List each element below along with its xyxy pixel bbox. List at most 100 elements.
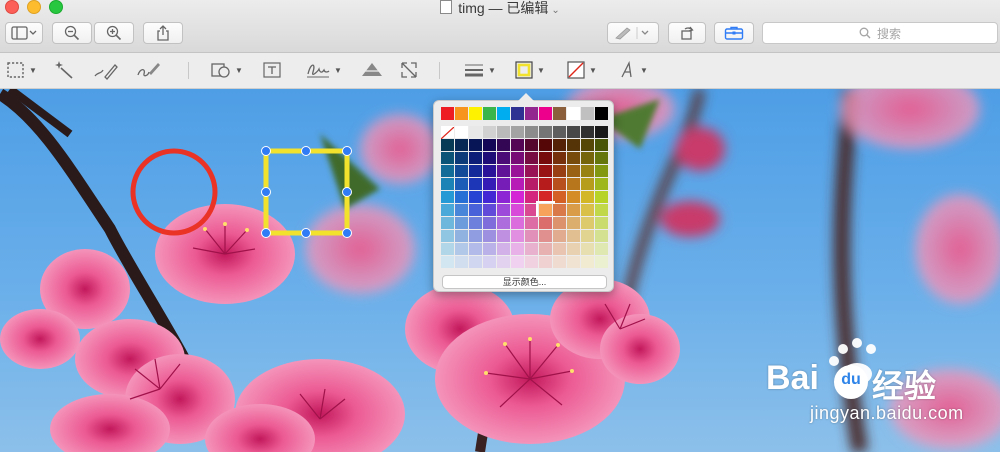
color-cell[interactable] bbox=[525, 204, 538, 216]
color-cell[interactable] bbox=[581, 152, 594, 164]
color-cell[interactable] bbox=[581, 243, 594, 255]
color-cell[interactable] bbox=[497, 217, 510, 229]
color-cell[interactable] bbox=[455, 230, 468, 242]
color-cell[interactable] bbox=[553, 230, 566, 242]
color-cell[interactable] bbox=[511, 204, 524, 216]
color-cell[interactable] bbox=[525, 230, 538, 242]
color-swatch[interactable] bbox=[469, 107, 482, 120]
color-cell[interactable] bbox=[567, 152, 580, 164]
color-cell[interactable] bbox=[539, 256, 552, 268]
color-cell[interactable] bbox=[539, 217, 552, 229]
color-cell[interactable] bbox=[539, 165, 552, 177]
color-cell[interactable] bbox=[455, 126, 468, 138]
color-cell[interactable] bbox=[553, 139, 566, 151]
color-cell[interactable] bbox=[567, 139, 580, 151]
color-cell[interactable] bbox=[525, 256, 538, 268]
color-cell[interactable] bbox=[511, 243, 524, 255]
color-cell[interactable] bbox=[441, 178, 454, 190]
color-swatch[interactable] bbox=[581, 107, 594, 120]
color-cell[interactable] bbox=[511, 126, 524, 138]
color-swatch[interactable] bbox=[441, 107, 454, 120]
color-swatch[interactable] bbox=[483, 107, 496, 120]
color-cell[interactable] bbox=[581, 204, 594, 216]
color-cell[interactable] bbox=[525, 165, 538, 177]
color-cell[interactable] bbox=[441, 191, 454, 203]
color-cell[interactable] bbox=[581, 191, 594, 203]
color-cell[interactable] bbox=[497, 165, 510, 177]
color-cell[interactable] bbox=[595, 152, 608, 164]
color-cell[interactable] bbox=[511, 139, 524, 151]
color-cell[interactable] bbox=[581, 139, 594, 151]
color-cell[interactable] bbox=[525, 178, 538, 190]
color-cell[interactable] bbox=[525, 191, 538, 203]
color-cell[interactable] bbox=[469, 204, 482, 216]
zoom-out-button[interactable] bbox=[52, 22, 92, 44]
color-cell[interactable] bbox=[469, 139, 482, 151]
color-cell[interactable] bbox=[567, 165, 580, 177]
color-cell[interactable] bbox=[525, 126, 538, 138]
adjust-size-tool[interactable] bbox=[399, 59, 419, 81]
search-field[interactable]: 搜索 bbox=[762, 22, 998, 44]
color-cell[interactable] bbox=[483, 256, 496, 268]
color-cell[interactable] bbox=[483, 178, 496, 190]
color-cell[interactable] bbox=[497, 256, 510, 268]
color-cell[interactable] bbox=[581, 126, 594, 138]
color-cell[interactable] bbox=[483, 152, 496, 164]
color-cell[interactable] bbox=[455, 256, 468, 268]
color-cell[interactable] bbox=[553, 243, 566, 255]
color-cell[interactable] bbox=[553, 217, 566, 229]
color-cell[interactable] bbox=[539, 152, 552, 164]
color-cell[interactable] bbox=[469, 256, 482, 268]
color-swatch[interactable] bbox=[595, 107, 608, 120]
color-cell[interactable] bbox=[483, 165, 496, 177]
color-swatch[interactable] bbox=[525, 107, 538, 120]
show-colors-button[interactable]: 显示颜色... bbox=[442, 275, 607, 289]
color-cell[interactable] bbox=[497, 243, 510, 255]
color-cell[interactable] bbox=[441, 152, 454, 164]
color-cell[interactable] bbox=[497, 178, 510, 190]
color-cell[interactable] bbox=[595, 165, 608, 177]
color-cell[interactable] bbox=[483, 217, 496, 229]
color-swatch[interactable] bbox=[553, 107, 566, 120]
color-cell[interactable] bbox=[469, 243, 482, 255]
color-cell[interactable] bbox=[511, 178, 524, 190]
color-swatch[interactable] bbox=[539, 107, 552, 120]
color-swatch[interactable] bbox=[497, 107, 510, 120]
color-cell[interactable] bbox=[469, 126, 482, 138]
color-cell[interactable] bbox=[595, 126, 608, 138]
color-cell[interactable] bbox=[455, 204, 468, 216]
color-cell[interactable] bbox=[567, 191, 580, 203]
color-cell[interactable] bbox=[497, 126, 510, 138]
color-cell[interactable] bbox=[441, 230, 454, 242]
color-cell[interactable] bbox=[567, 204, 580, 216]
color-cell[interactable] bbox=[525, 139, 538, 151]
markup-pen-button[interactable] bbox=[607, 22, 659, 44]
adjust-color-tool[interactable] bbox=[359, 59, 385, 81]
color-cell[interactable] bbox=[525, 217, 538, 229]
color-cell[interactable] bbox=[581, 165, 594, 177]
color-cell[interactable] bbox=[595, 139, 608, 151]
selection-tool[interactable]: ▼ bbox=[6, 59, 37, 81]
color-cell[interactable] bbox=[497, 139, 510, 151]
color-cell[interactable] bbox=[497, 204, 510, 216]
text-tool[interactable] bbox=[262, 59, 282, 81]
color-cell[interactable] bbox=[440, 126, 455, 140]
color-cell[interactable] bbox=[567, 126, 580, 138]
color-cell[interactable] bbox=[455, 139, 468, 151]
color-cell[interactable] bbox=[483, 204, 496, 216]
color-cell[interactable] bbox=[595, 230, 608, 242]
color-cell[interactable] bbox=[539, 139, 552, 151]
color-cell[interactable] bbox=[567, 178, 580, 190]
color-cell[interactable] bbox=[511, 152, 524, 164]
color-cell[interactable] bbox=[511, 256, 524, 268]
draw-tool[interactable] bbox=[136, 59, 162, 81]
color-cell[interactable] bbox=[553, 152, 566, 164]
color-cell[interactable] bbox=[567, 230, 580, 242]
color-cell[interactable] bbox=[595, 256, 608, 268]
color-cell[interactable] bbox=[595, 217, 608, 229]
signature-tool[interactable]: ▼ bbox=[305, 59, 342, 81]
color-cell[interactable] bbox=[511, 217, 524, 229]
sidebar-view-button[interactable] bbox=[5, 22, 43, 44]
color-cell[interactable] bbox=[469, 217, 482, 229]
color-cell[interactable] bbox=[581, 256, 594, 268]
